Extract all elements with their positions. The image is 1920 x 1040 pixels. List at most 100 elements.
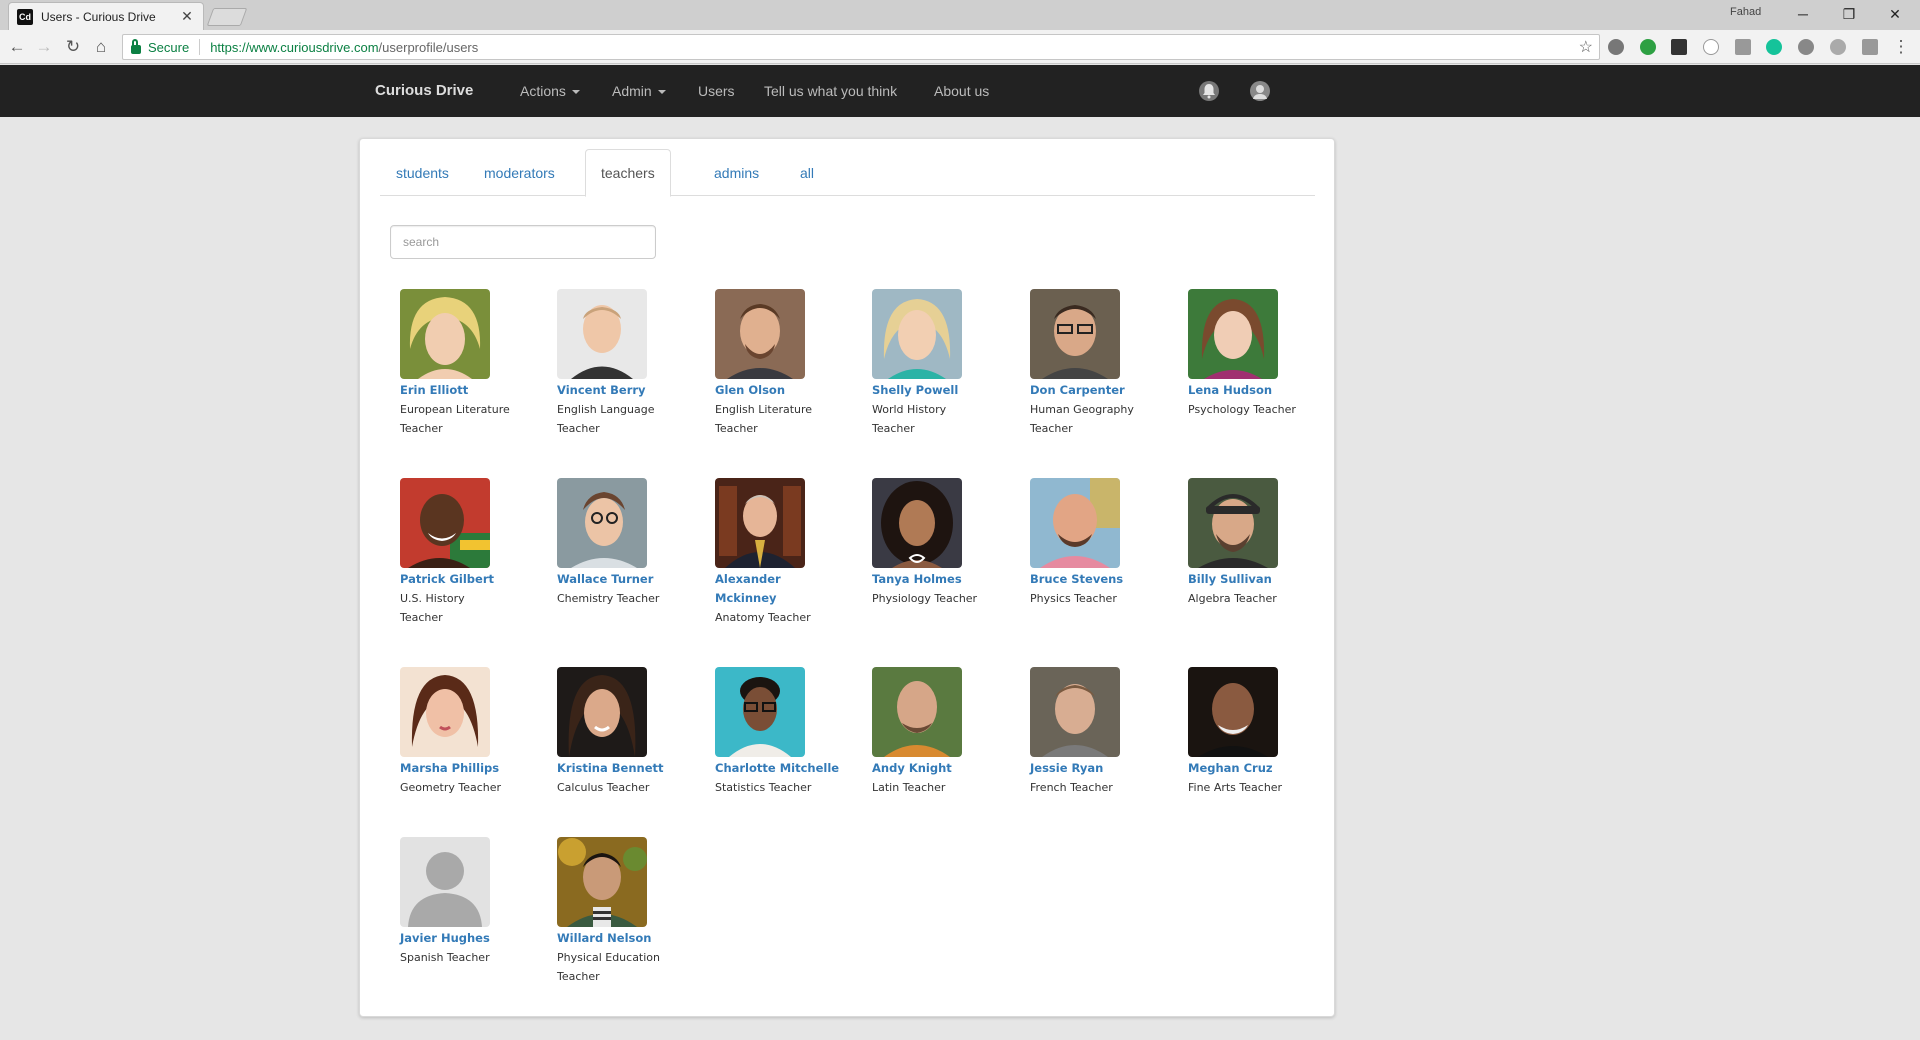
user-name-link[interactable]: Charlotte Mitchelle	[715, 759, 865, 778]
user-card: Vincent Berry English Language Teacher	[557, 289, 707, 438]
curious-drive-favicon-icon: Cd	[17, 8, 33, 25]
grammarly-icon[interactable]	[1766, 39, 1782, 55]
user-avatar[interactable]	[1030, 478, 1120, 568]
user-avatar[interactable]	[1188, 289, 1278, 379]
restore-icon[interactable]: ❐	[1826, 2, 1872, 26]
reload-icon[interactable]: ↻	[62, 36, 84, 58]
user-avatar[interactable]	[1188, 667, 1278, 757]
user-card: Charlotte Mitchelle Statistics Teacher	[715, 667, 865, 797]
user-avatar[interactable]	[872, 667, 962, 757]
browser-tab-title: Users - Curious Drive	[41, 9, 156, 24]
notification-bell-icon[interactable]	[1198, 80, 1220, 102]
adblock-icon[interactable]	[1798, 39, 1814, 55]
user-card: Bruce Stevens Physics Teacher	[1030, 478, 1180, 608]
user-name-link[interactable]: Erin Elliott	[400, 381, 550, 400]
user-avatar[interactable]	[557, 667, 647, 757]
user-avatar[interactable]	[1030, 289, 1120, 379]
brand-link[interactable]: Curious Drive	[375, 82, 473, 99]
user-role: English Literature Teacher	[715, 403, 813, 435]
extension-green-icon[interactable]	[1640, 39, 1656, 55]
user-avatar[interactable]	[872, 289, 962, 379]
user-name-link[interactable]: Don Carpenter	[1030, 381, 1180, 400]
tab-admins[interactable]: admins	[698, 149, 775, 196]
nav-actions-dropdown[interactable]: Actions	[520, 83, 580, 99]
browser-tabstrip: Cd Users - Curious Drive ✕ Fahad ─ ❐ ✕	[0, 0, 1920, 30]
nav-about-link[interactable]: About us	[934, 83, 989, 99]
user-card: Javier Hughes Spanish Teacher	[400, 837, 550, 967]
user-name-link[interactable]: Tanya Holmes	[872, 570, 1022, 589]
forward-arrow-icon[interactable]: →	[33, 36, 55, 58]
user-role: Geometry Teacher	[400, 781, 502, 794]
caret-down-icon	[571, 90, 580, 95]
address-bar[interactable]: Secure https://www.curiousdrive.com /use…	[122, 34, 1600, 60]
tab-all[interactable]: all	[784, 149, 830, 196]
user-avatar[interactable]	[400, 667, 490, 757]
user-role: Physiology Teacher	[872, 592, 978, 605]
user-name-link[interactable]: Marsha Phillips	[400, 759, 550, 778]
user-role: Psychology Teacher	[1188, 403, 1296, 416]
user-avatar[interactable]	[715, 289, 805, 379]
user-avatar[interactable]	[400, 478, 490, 568]
user-name-link[interactable]: Billy Sullivan	[1188, 570, 1338, 589]
nav-admin-dropdown[interactable]: Admin	[612, 83, 666, 99]
extension-g-icon[interactable]	[1735, 39, 1751, 55]
minimize-icon[interactable]: ─	[1780, 2, 1826, 26]
back-arrow-icon[interactable]: ←	[6, 36, 28, 58]
close-window-icon[interactable]: ✕	[1872, 2, 1918, 26]
user-card: Wallace Turner Chemistry Teacher	[557, 478, 707, 608]
user-name-link[interactable]: Patrick Gilbert	[400, 570, 550, 589]
user-card: Glen Olson English Literature Teacher	[715, 289, 865, 438]
user-name-link[interactable]: Jessie Ryan	[1030, 759, 1180, 778]
browser-tab[interactable]: Cd Users - Curious Drive ✕	[8, 2, 204, 30]
extension-circle-icon[interactable]	[1703, 39, 1719, 55]
new-tab-button[interactable]	[206, 8, 248, 26]
caret-down-icon	[657, 90, 666, 95]
user-card: Lena Hudson Psychology Teacher	[1188, 289, 1338, 419]
extension-k-icon[interactable]	[1862, 39, 1878, 55]
user-name-link[interactable]: Bruce Stevens	[1030, 570, 1180, 589]
user-avatar[interactable]	[557, 478, 647, 568]
user-avatar[interactable]	[1030, 667, 1120, 757]
user-avatar[interactable]	[400, 289, 490, 379]
user-name-link[interactable]: Lena Hudson	[1188, 381, 1338, 400]
user-name-link[interactable]: Shelly Powell	[872, 381, 1022, 400]
tab-teachers[interactable]: teachers	[585, 149, 671, 197]
browser-menu-icon[interactable]: ⋮	[1890, 36, 1912, 58]
user-name-link[interactable]: Javier Hughes	[400, 929, 550, 948]
extension-x-icon[interactable]	[1671, 39, 1687, 55]
user-name-link[interactable]: Andy Knight	[872, 759, 1022, 778]
home-icon[interactable]: ⌂	[90, 36, 112, 58]
nav-users-link[interactable]: Users	[698, 83, 735, 99]
bookmark-star-icon[interactable]: ☆	[1579, 37, 1593, 57]
nav-admin-label: Admin	[612, 83, 652, 99]
user-name-link[interactable]: Vincent Berry	[557, 381, 707, 400]
user-avatar[interactable]	[872, 478, 962, 568]
user-card: Billy Sullivan Algebra Teacher	[1188, 478, 1338, 608]
user-card: Don Carpenter Human Geography Teacher	[1030, 289, 1180, 438]
tab-students[interactable]: students	[380, 149, 465, 196]
user-avatar[interactable]	[715, 667, 805, 757]
user-role: World History Teacher	[872, 403, 947, 435]
tab-moderators[interactable]: moderators	[468, 149, 571, 196]
extension-settings-icon[interactable]	[1608, 39, 1624, 55]
user-avatar[interactable]	[1188, 478, 1278, 568]
user-name-link[interactable]: Wallace Turner	[557, 570, 707, 589]
user-avatar[interactable]	[557, 837, 647, 927]
user-name-link[interactable]: Kristina Bennett	[557, 759, 707, 778]
search-input[interactable]	[390, 225, 656, 259]
user-avatar[interactable]	[400, 837, 490, 927]
extension-gray-icon[interactable]	[1830, 39, 1846, 55]
user-avatar[interactable]	[557, 289, 647, 379]
browser-profile-name[interactable]: Fahad	[1730, 6, 1761, 18]
user-name-link[interactable]: Meghan Cruz	[1188, 759, 1338, 778]
nav-feedback-link[interactable]: Tell us what you think	[764, 83, 897, 99]
user-type-tabs: students moderators teachers admins all	[380, 149, 1315, 197]
user-name-link[interactable]: Willard Nelson	[557, 929, 707, 948]
lock-icon	[131, 38, 141, 54]
close-tab-icon[interactable]: ✕	[179, 8, 195, 25]
user-avatar-icon[interactable]	[1249, 80, 1271, 102]
user-avatar[interactable]	[715, 478, 805, 568]
user-name-link[interactable]: Alexander Mckinney	[715, 570, 825, 608]
user-card: Patrick Gilbert U.S. History Teacher	[400, 478, 550, 627]
user-name-link[interactable]: Glen Olson	[715, 381, 865, 400]
